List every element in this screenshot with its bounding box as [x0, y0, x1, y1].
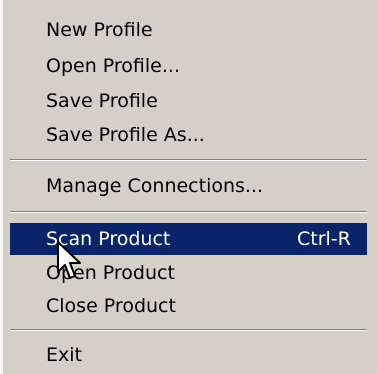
menu-left-edge — [0, 0, 3, 374]
menu-item-label: Exit — [46, 344, 82, 366]
menu-separator — [10, 329, 367, 331]
arrow-pointer-icon — [57, 241, 81, 279]
menu-item-label: Close Product — [46, 295, 176, 317]
menu-item-manage-connections[interactable]: Manage Connections... — [10, 170, 367, 202]
menu-item-close-product[interactable]: Close Product — [10, 290, 367, 322]
menu-item-label: Save Profile As... — [46, 124, 205, 146]
menu-item-exit[interactable]: Exit — [10, 339, 367, 371]
menu-item-open-profile[interactable]: Open Profile... — [10, 50, 367, 82]
menu-item-label: Open Profile... — [46, 55, 180, 77]
file-menu: New Profile Open Profile... Save Profile… — [0, 0, 377, 374]
menu-item-save-profile[interactable]: Save Profile — [10, 85, 367, 117]
menu-item-label: Manage Connections... — [46, 175, 264, 197]
menu-item-label: New Profile — [46, 19, 153, 41]
menu-item-new-profile[interactable]: New Profile — [10, 14, 367, 46]
menu-separator — [10, 159, 367, 161]
menu-item-save-profile-as[interactable]: Save Profile As... — [10, 119, 367, 151]
menu-item-shortcut: Ctrl-R — [297, 228, 351, 250]
menu-separator — [10, 211, 367, 213]
menu-item-label: Save Profile — [46, 90, 158, 112]
